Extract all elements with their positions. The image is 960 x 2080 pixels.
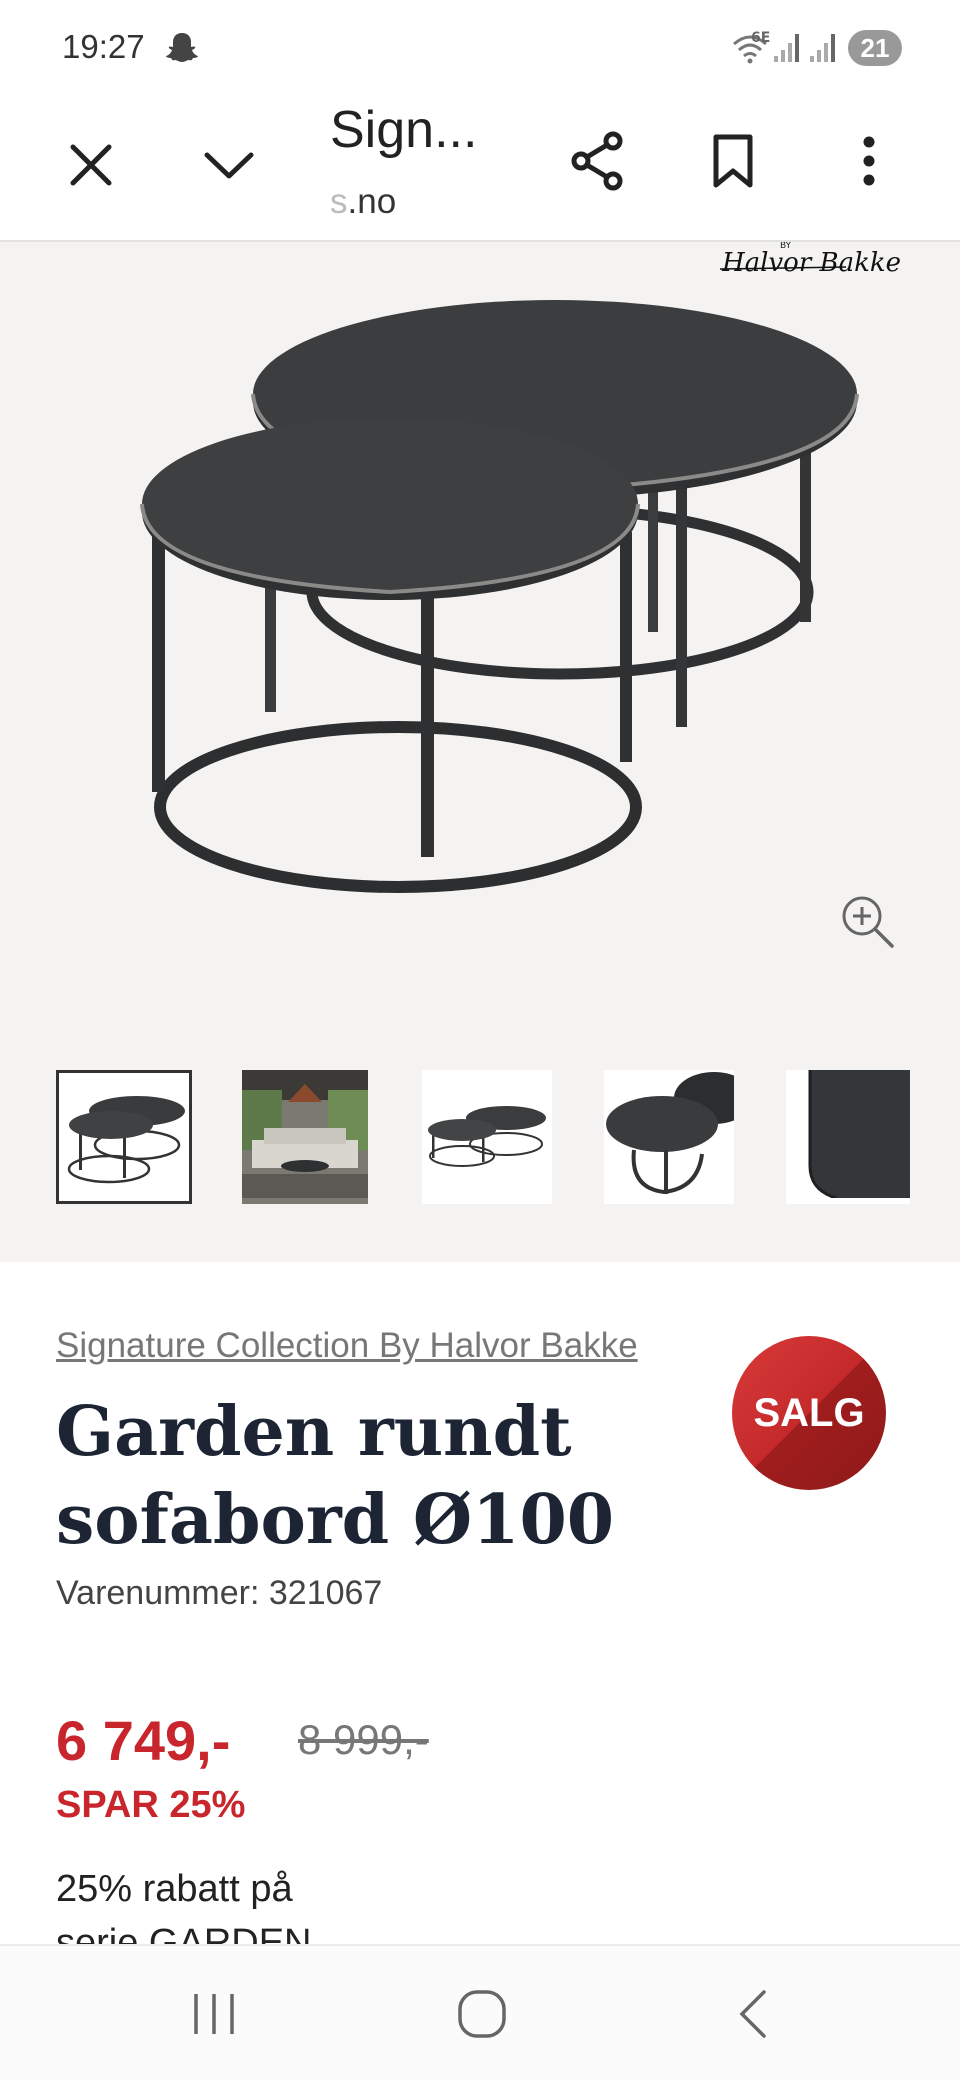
signature-logo: Halvor Bakke	[721, 248, 901, 278]
share-button[interactable]	[562, 126, 632, 196]
sku: Varenummer: 321067	[56, 1574, 382, 1613]
bookmark-button[interactable]	[698, 126, 768, 196]
close-icon	[70, 144, 112, 186]
thumbnail-strip	[56, 1070, 916, 1210]
thumbnail-image	[606, 1072, 734, 1195]
thumbnail-1[interactable]	[56, 1070, 192, 1204]
network-type-label: 6E	[751, 30, 771, 46]
url-prefix: s	[330, 182, 348, 221]
bookmark-icon	[713, 134, 753, 188]
page-url: s.no	[330, 182, 396, 222]
page-title: Sign...	[330, 101, 478, 159]
product-gallery: BY Halvor Bakke	[0, 242, 960, 1262]
home-button[interactable]	[442, 1976, 522, 2052]
minimize-button[interactable]	[194, 130, 264, 200]
back-icon	[739, 1990, 766, 2038]
close-button[interactable]	[56, 130, 126, 200]
thumbnail-image	[808, 1070, 910, 1200]
thumbnail-image	[428, 1106, 546, 1167]
product-title-line2: sofabord Ø100	[56, 1480, 615, 1560]
signal-icon-2	[810, 34, 835, 62]
snapchat-icon	[166, 33, 198, 62]
old-price: 8 999,-	[298, 1716, 429, 1763]
zoom-in-icon	[842, 896, 894, 948]
share-icon	[571, 131, 623, 191]
browser-toolbar: Sign... s.no	[0, 96, 960, 242]
signal-icon	[774, 34, 799, 62]
recent-apps-icon	[194, 1994, 234, 2034]
save-label: SPAR 25%	[56, 1784, 246, 1826]
price: 6 749,-	[56, 1709, 231, 1772]
more-vert-icon	[863, 136, 875, 186]
product-title-line1: Garden rundt	[56, 1392, 572, 1472]
brand-link[interactable]: Signature Collection By Halvor Bakke	[56, 1326, 638, 1366]
system-nav-bar	[0, 1944, 960, 2080]
battery-icon: 21	[848, 30, 902, 66]
thumbnail-5[interactable]	[786, 1070, 910, 1204]
thumbnail-2[interactable]	[242, 1070, 368, 1204]
zoom-button[interactable]	[840, 894, 896, 950]
status-bar: 19:27 6E 21	[0, 0, 960, 96]
promo-line2: serie GARDEN	[56, 1922, 312, 1946]
sale-badge: SALG	[732, 1336, 886, 1490]
promo-text[interactable]: 25% rabatt på serie GARDEN	[56, 1862, 456, 1946]
back-button[interactable]	[712, 1976, 792, 2052]
recent-apps-button[interactable]	[174, 1976, 254, 2052]
url-domain: .no	[347, 182, 397, 221]
thumbnail-3[interactable]	[422, 1070, 552, 1204]
product-title: Garden rundt sofabord Ø100	[56, 1388, 696, 1564]
status-time: 19:27	[62, 28, 145, 65]
thumbnail-4[interactable]	[604, 1070, 734, 1204]
thumbnail-image	[67, 1096, 185, 1184]
sku-value: 321067	[268, 1574, 383, 1612]
promo-line1: 25% rabatt på	[56, 1868, 293, 1910]
thumbnail-image	[242, 1070, 368, 1198]
chevron-down-icon	[204, 152, 254, 179]
home-icon	[458, 1990, 506, 2038]
more-options-button[interactable]	[834, 126, 904, 196]
sku-label: Varenummer:	[56, 1574, 269, 1612]
main-product-image[interactable]: BY Halvor Bakke	[0, 242, 960, 1042]
